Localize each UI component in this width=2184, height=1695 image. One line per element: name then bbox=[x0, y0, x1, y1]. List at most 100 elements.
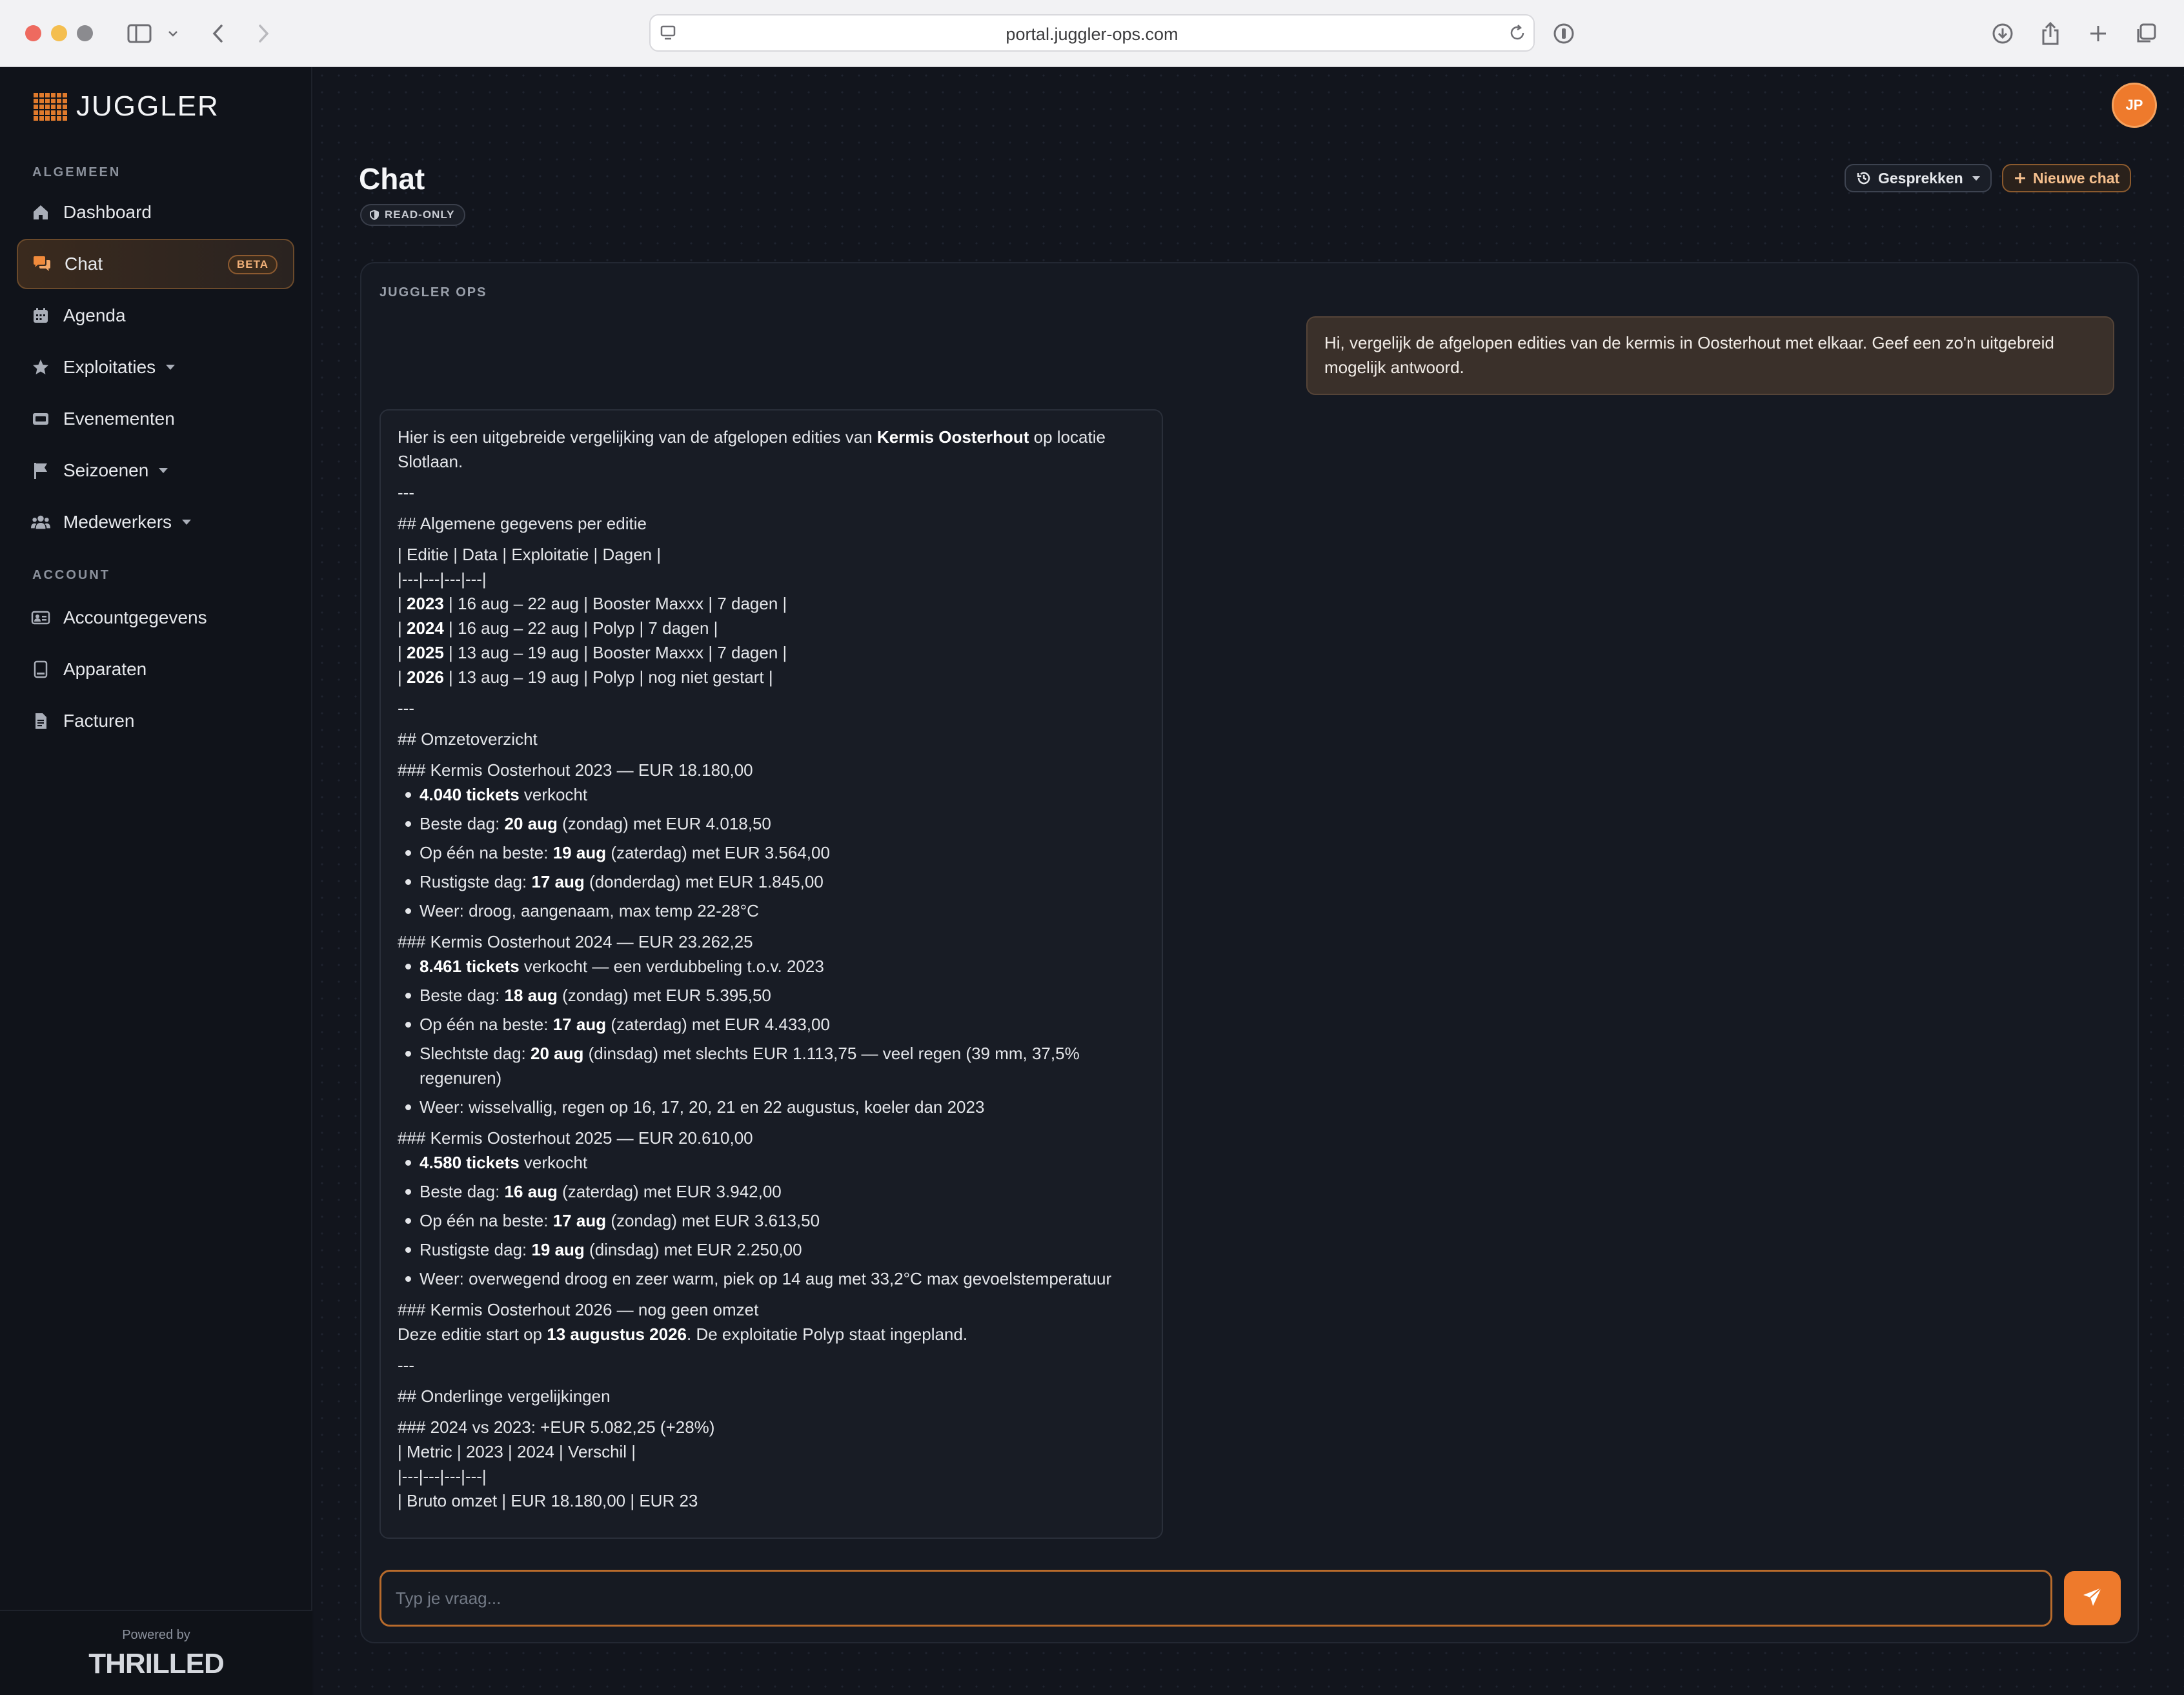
star-icon bbox=[31, 358, 50, 377]
page-title: Chat bbox=[359, 162, 425, 196]
sidebar-item-chat[interactable]: Chat BETA bbox=[17, 239, 294, 289]
list-item: 4.580 tickets verkocht bbox=[398, 1150, 1145, 1175]
brand-name: JUGGLER bbox=[76, 90, 219, 122]
id-card-icon bbox=[31, 608, 50, 627]
minimize-window-button[interactable] bbox=[51, 25, 67, 41]
response-table-row: | Bruto omzet | EUR 18.180,00 | EUR 23 bbox=[398, 1491, 698, 1510]
response-table-row: | 2024 | 16 aug – 22 aug | Polyp | 7 dag… bbox=[398, 618, 718, 638]
response-table-row: | 2025 | 13 aug – 19 aug | Booster Maxxx… bbox=[398, 643, 787, 662]
response-table-header: | Editie | Data | Exploitatie | Dagen | bbox=[398, 545, 662, 564]
forward-icon[interactable] bbox=[250, 17, 276, 50]
plus-icon bbox=[2014, 172, 2027, 185]
main-content: JP Chat READ-ONLY Gesprekken Nieuwe chat… bbox=[314, 67, 2184, 1695]
close-window-button[interactable] bbox=[25, 25, 41, 41]
flag-icon bbox=[31, 461, 50, 480]
sidebar-item-dashboard[interactable]: Dashboard bbox=[17, 187, 294, 238]
sidebar-item-label: Apparaten bbox=[63, 659, 147, 679]
sidebar-item-label: Agenda bbox=[63, 305, 126, 325]
response-table-separator: |---|---|---|---| bbox=[398, 1467, 487, 1486]
chat-section-label: JUGGLER OPS bbox=[379, 285, 487, 299]
back-icon[interactable] bbox=[205, 17, 231, 50]
zoom-window-button[interactable] bbox=[77, 25, 93, 41]
reload-icon[interactable] bbox=[1508, 23, 1527, 46]
sidebar-item-accountgegevens[interactable]: Accountgegevens bbox=[17, 593, 294, 643]
chat-input[interactable] bbox=[379, 1570, 2052, 1627]
sidebar-toggle-icon[interactable] bbox=[123, 17, 156, 50]
password-manager-icon[interactable] bbox=[1550, 17, 1577, 50]
list-item: Rustigste dag: 17 aug (donderdag) met EU… bbox=[398, 869, 1145, 894]
sidebar-item-seizoenen[interactable]: Seizoenen bbox=[17, 445, 294, 496]
response-table-separator: |---|---|---|---| bbox=[398, 569, 487, 589]
response-heading: ## Onderlinge vergelijkingen bbox=[398, 1386, 611, 1406]
chat-panel: JUGGLER OPS Hi, vergelijk de afgelopen e… bbox=[360, 262, 2139, 1643]
brand-logo[interactable]: JUGGLER bbox=[34, 90, 219, 123]
list-item: Weer: overwegend droog en zeer warm, pie… bbox=[398, 1266, 1145, 1291]
send-button[interactable] bbox=[2064, 1571, 2121, 1625]
response-subheading: ### Kermis Oosterhout 2023 — EUR 18.180,… bbox=[398, 760, 753, 780]
powered-by-label: Powered by bbox=[122, 1628, 190, 1642]
shield-icon bbox=[369, 209, 379, 221]
chevron-down-icon[interactable] bbox=[165, 17, 181, 50]
sidebar-item-label: Seizoenen bbox=[63, 460, 149, 480]
list-item: 4.040 tickets verkocht bbox=[398, 782, 1145, 807]
address-bar[interactable]: portal.juggler-ops.com bbox=[649, 14, 1535, 52]
sidebar-item-label: Evenementen bbox=[63, 409, 175, 429]
thrilled-logo: THRILLED bbox=[88, 1648, 225, 1680]
new-chat-button[interactable]: Nieuwe chat bbox=[2002, 164, 2132, 192]
list-item: Beste dag: 18 aug (zondag) met EUR 5.395… bbox=[398, 983, 1145, 1008]
response-list-2023: 4.040 tickets verkocht Beste dag: 20 aug… bbox=[398, 782, 1145, 923]
brand-mark-icon bbox=[34, 92, 67, 121]
response-heading: ## Omzetoverzicht bbox=[398, 729, 538, 749]
list-item: Op één na beste: 17 aug (zondag) met EUR… bbox=[398, 1208, 1145, 1233]
response-table-header: | Metric | 2023 | 2024 | Verschil | bbox=[398, 1442, 636, 1461]
list-item: Beste dag: 20 aug (zondag) met EUR 4.018… bbox=[398, 811, 1145, 836]
browser-toolbar: portal.juggler-ops.com bbox=[0, 0, 2184, 67]
tab-overview-icon[interactable] bbox=[2132, 17, 2159, 50]
downloads-icon[interactable] bbox=[1989, 17, 2016, 50]
sidebar-item-apparaten[interactable]: Apparaten bbox=[17, 644, 294, 695]
list-item: Weer: wisselvallig, regen op 16, 17, 20,… bbox=[398, 1095, 1145, 1119]
new-tab-icon[interactable] bbox=[2085, 17, 2112, 50]
history-icon bbox=[1856, 170, 1872, 186]
response-separator: --- bbox=[398, 483, 414, 502]
calendar-icon bbox=[31, 306, 50, 325]
chat-icon bbox=[32, 254, 52, 274]
home-icon bbox=[31, 203, 50, 222]
response-intro: Hier is een uitgebreide vergelijking van… bbox=[398, 427, 1106, 471]
sidebar-item-facturen[interactable]: Facturen bbox=[17, 696, 294, 746]
chevron-down-icon bbox=[182, 520, 192, 525]
response-separator: --- bbox=[398, 1355, 414, 1375]
response-subheading: ### 2024 vs 2023: +EUR 5.082,25 (+28%) bbox=[398, 1417, 715, 1437]
share-icon[interactable] bbox=[2037, 17, 2064, 50]
nav-section-general: ALGEMEEN bbox=[32, 165, 121, 179]
sidebar-item-label: Facturen bbox=[63, 711, 135, 731]
sidebar-item-label: Dashboard bbox=[63, 202, 152, 222]
assistant-message: Hier is een uitgebreide vergelijking van… bbox=[379, 409, 1163, 1539]
user-message: Hi, vergelijk de afgelopen edities van d… bbox=[1306, 316, 2114, 395]
sidebar-item-medewerkers[interactable]: Medewerkers bbox=[17, 497, 294, 547]
beta-badge: BETA bbox=[227, 255, 278, 274]
conversations-label: Gesprekken bbox=[1878, 169, 1963, 187]
send-icon bbox=[2081, 1586, 2103, 1611]
chevron-down-icon bbox=[159, 468, 168, 473]
invoice-icon bbox=[31, 711, 50, 731]
list-item: Weer: droog, aangenaam, max temp 22-28°C bbox=[398, 898, 1145, 923]
response-list-2024: 8.461 tickets verkocht — een verdubbelin… bbox=[398, 954, 1145, 1119]
ticket-icon bbox=[31, 409, 50, 429]
sidebar-item-agenda[interactable]: Agenda bbox=[17, 290, 294, 341]
users-icon bbox=[31, 513, 50, 532]
conversations-button[interactable]: Gesprekken bbox=[1845, 164, 1992, 192]
response-paragraph: Deze editie start op 13 augustus 2026. D… bbox=[398, 1325, 968, 1344]
powered-by-footer: Powered by THRILLED bbox=[0, 1610, 312, 1695]
readonly-badge: READ-ONLY bbox=[360, 204, 465, 226]
avatar[interactable]: JP bbox=[2112, 83, 2157, 128]
url-text: portal.juggler-ops.com bbox=[1006, 25, 1178, 44]
list-item: Op één na beste: 19 aug (zaterdag) met E… bbox=[398, 840, 1145, 865]
sidebar-item-exploitaties[interactable]: Exploitaties bbox=[17, 342, 294, 392]
nav-section-account: ACCOUNT bbox=[32, 568, 110, 582]
list-item: Op één na beste: 17 aug (zaterdag) met E… bbox=[398, 1012, 1145, 1037]
sidebar-item-evenementen[interactable]: Evenementen bbox=[17, 394, 294, 444]
response-heading: ## Algemene gegevens per editie bbox=[398, 514, 647, 533]
tablet-icon bbox=[31, 660, 50, 679]
sidebar: JUGGLER ALGEMEEN Dashboard Chat BETA Age… bbox=[0, 67, 312, 1695]
